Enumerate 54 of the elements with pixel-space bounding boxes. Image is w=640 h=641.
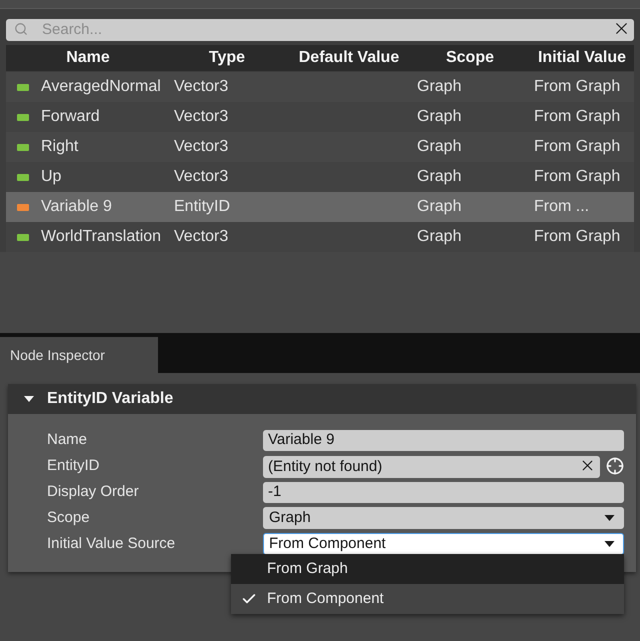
table-row[interactable]: Variable 9 EntityID Graph From ... xyxy=(6,192,634,222)
table-cell-text: AveragedNormal xyxy=(41,77,161,97)
table-cell: Graph xyxy=(417,138,462,155)
menu-item[interactable]: From Component xyxy=(231,584,624,614)
table-cell: Graph xyxy=(417,78,462,95)
table-cell-text: Up xyxy=(41,167,62,187)
table-cell-text: Forward xyxy=(41,107,100,127)
table-cell: From Graph xyxy=(534,78,620,95)
table-cell: From Graph xyxy=(534,108,620,125)
search-field[interactable]: Search... xyxy=(6,19,634,42)
column-header[interactable]: Scope xyxy=(446,46,494,70)
table-cell-text: Right xyxy=(41,137,78,157)
tab[interactable]: Node Inspector xyxy=(0,337,158,373)
column-header[interactable]: Default Value xyxy=(298,46,400,70)
search-icon xyxy=(14,22,28,36)
text-field[interactable]: -1 xyxy=(263,482,624,502)
table-cell: Vector3 xyxy=(174,228,228,245)
property-label: Scope xyxy=(47,509,90,526)
property-label: EntityID xyxy=(47,457,100,474)
property-label: Name xyxy=(47,431,88,448)
section-header[interactable]: EntityID Variable xyxy=(8,384,636,414)
table-row[interactable]: WorldTranslation Vector3 Graph From Graph xyxy=(6,222,634,252)
column-header[interactable]: Type xyxy=(208,46,246,70)
property-label: Initial Value Source xyxy=(47,535,176,552)
column-header[interactable]: Initial Value xyxy=(538,46,626,70)
column-header[interactable]: Name xyxy=(66,46,110,70)
dropdown-field[interactable]: Graph xyxy=(263,507,624,529)
table-cell: Vector3 xyxy=(174,108,228,125)
table-cell: Vector3 xyxy=(174,138,228,155)
table-cell: Vector3 xyxy=(174,78,228,95)
table-cell: Graph xyxy=(417,228,462,245)
table-row[interactable]: AveragedNormal Vector3 Graph From Graph xyxy=(6,72,634,102)
table-cell: From Graph xyxy=(534,138,620,155)
dropdown-field[interactable]: From Component xyxy=(263,533,624,555)
entity-field[interactable]: (Entity not found) xyxy=(263,456,600,478)
table-cell: From Graph xyxy=(534,228,620,245)
dropdown-caret-icon xyxy=(604,541,615,547)
table-cell-text: Variable 9 xyxy=(41,197,112,217)
property-label: Display Order xyxy=(47,483,139,500)
menu-item[interactable]: From Graph xyxy=(231,554,624,584)
table-row[interactable]: Up Vector3 Graph From Graph xyxy=(6,162,634,192)
table-row[interactable]: Right Vector3 Graph From Graph xyxy=(6,132,634,162)
table-cell: Graph xyxy=(417,198,462,215)
table-cell: From ... xyxy=(534,198,590,215)
crosshair-icon[interactable] xyxy=(606,457,624,475)
table-cell: Graph xyxy=(417,108,462,125)
table-cell: Graph xyxy=(417,168,462,185)
dropdown-caret-icon xyxy=(604,515,615,521)
table-cell: Vector3 xyxy=(174,168,228,185)
table-cell-text: WorldTranslation xyxy=(41,227,162,247)
table-cell: EntityID xyxy=(174,198,230,215)
table-row[interactable]: Forward Vector3 Graph From Graph xyxy=(6,102,634,132)
text-field[interactable]: Variable 9 xyxy=(263,430,624,450)
table-cell: From Graph xyxy=(534,168,620,185)
